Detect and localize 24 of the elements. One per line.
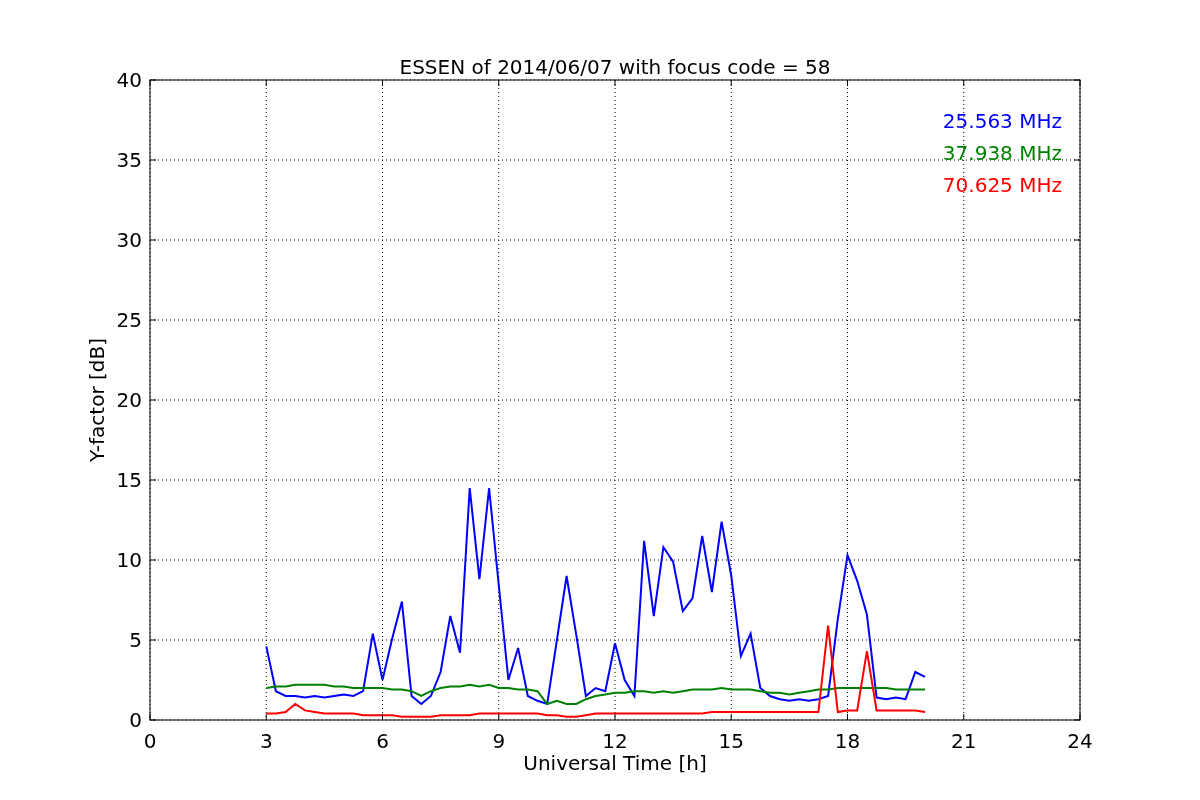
legend-label: 37.938 MHz [942,141,1062,165]
tick-label: 15 [718,729,744,753]
tick-label: 9 [492,729,506,753]
tick-label: 0 [129,708,142,732]
tick-label: 10 [116,548,142,572]
tick-label: 35 [116,148,142,172]
tick-label: 40 [116,68,142,92]
tick-label: 0 [143,729,157,753]
tick-label: 18 [834,729,861,753]
y-axis-label: Y-factor [dB] [85,338,109,462]
tick-label: 25 [116,308,142,332]
tick-label: 24 [1067,729,1093,753]
tick-label: 30 [116,228,142,252]
tick-label: 12 [602,729,628,753]
chart-title: ESSEN of 2014/06/07 with focus code = 58 [399,55,831,79]
legend-label: 70.625 MHz [942,173,1062,197]
tick-label: 20 [116,388,142,412]
tick-label: 6 [376,729,389,753]
tick-label: 21 [951,729,977,753]
x-axis-label: Universal Time [h] [523,751,707,775]
tick-label: 15 [116,468,142,492]
tick-label: 3 [259,729,273,753]
legend-label: 25.563 MHz [942,109,1062,133]
tick-label: 5 [129,628,142,652]
